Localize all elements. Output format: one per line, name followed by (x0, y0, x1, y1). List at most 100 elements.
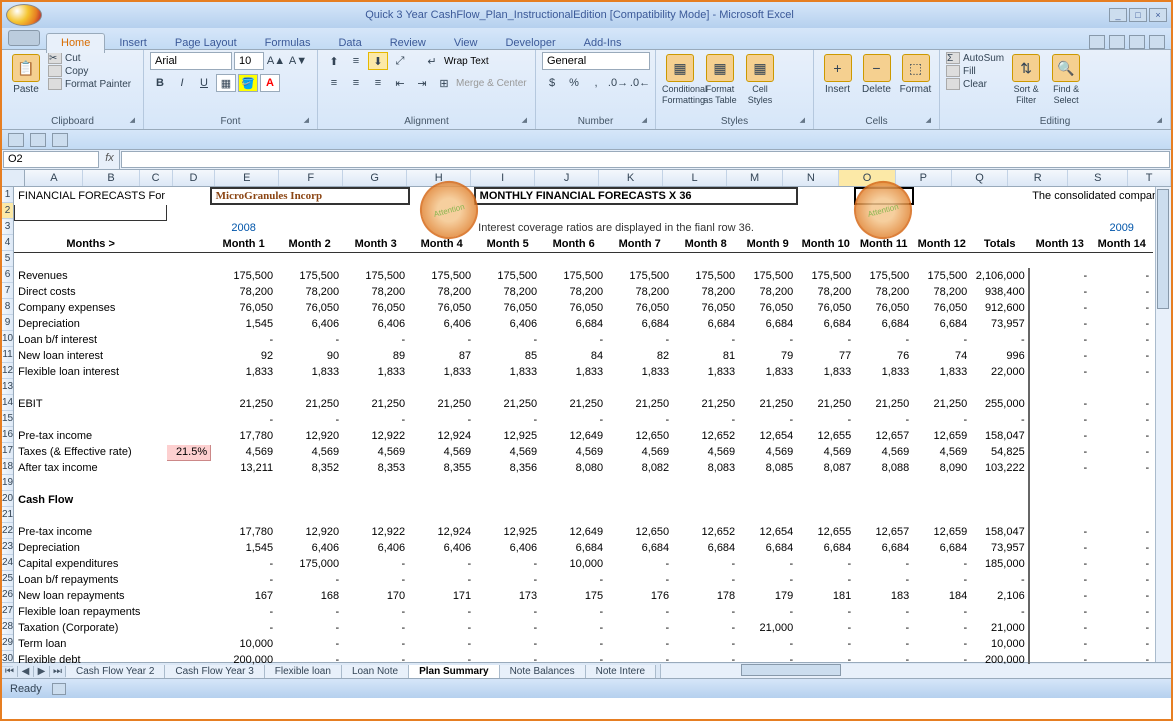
cell[interactable]: 1,545 (211, 316, 277, 332)
align-left-button[interactable]: ≡ (324, 74, 344, 92)
cell[interactable] (475, 204, 541, 220)
cell[interactable]: 79 (739, 348, 797, 364)
cell[interactable]: 6,684 (913, 540, 971, 556)
column-header[interactable]: C (140, 170, 173, 186)
row-header[interactable]: 12 (2, 363, 13, 379)
copy-button[interactable]: Copy (48, 65, 131, 77)
cell[interactable]: - (1091, 396, 1153, 412)
cell[interactable]: 78,200 (475, 284, 541, 300)
ribbon-tab-home[interactable]: Home (46, 33, 105, 53)
cell[interactable] (1029, 252, 1091, 268)
cell[interactable]: 73,957 (971, 316, 1029, 332)
cell[interactable]: 12,920 (277, 428, 343, 444)
cell[interactable] (739, 204, 797, 220)
cell[interactable]: 10,000 (541, 556, 607, 572)
cell[interactable] (913, 204, 971, 220)
undo-icon[interactable] (30, 133, 46, 147)
cell[interactable]: 2,106 (971, 588, 1029, 604)
cell[interactable]: 6,406 (343, 540, 409, 556)
cell[interactable]: 21,250 (277, 396, 343, 412)
cell[interactable]: - (1091, 444, 1153, 460)
cell[interactable] (133, 252, 167, 268)
cell[interactable]: Month 8 (673, 236, 739, 252)
column-header[interactable]: A (25, 170, 83, 186)
cell[interactable]: Month 6 (541, 236, 607, 252)
cell[interactable]: 255,000 (971, 396, 1029, 412)
cell[interactable] (409, 508, 475, 524)
cell[interactable] (913, 508, 971, 524)
cell[interactable]: 84 (541, 348, 607, 364)
italic-button[interactable]: I (172, 74, 192, 92)
cell[interactable]: - (1091, 300, 1153, 316)
cell[interactable]: Term loan (15, 636, 167, 652)
cell[interactable]: Direct costs (15, 284, 167, 300)
cell[interactable]: Month 10 (797, 236, 855, 252)
cell[interactable]: Month 9 (739, 236, 797, 252)
cell[interactable]: - (1091, 524, 1153, 540)
row-header[interactable]: 25 (2, 571, 13, 587)
find-select-button[interactable]: 🔍Find & Select (1048, 52, 1084, 106)
cell[interactable] (855, 380, 913, 396)
cell[interactable]: 1,833 (211, 364, 277, 380)
cell[interactable]: - (1029, 588, 1091, 604)
cell[interactable]: - (277, 604, 343, 620)
cell[interactable]: - (343, 412, 409, 428)
cell[interactable] (167, 524, 211, 540)
cell[interactable]: - (971, 332, 1029, 348)
insert-cells-button[interactable]: +Insert (820, 52, 855, 95)
cell[interactable]: - (277, 636, 343, 652)
cell[interactable]: 12,650 (607, 524, 673, 540)
cell[interactable]: 8,353 (343, 460, 409, 476)
cell[interactable]: 8,080 (541, 460, 607, 476)
format-cells-button[interactable]: ⬚Format (898, 52, 933, 95)
cell[interactable]: - (913, 572, 971, 588)
cell[interactable] (475, 492, 541, 508)
cell[interactable] (343, 204, 409, 220)
cell[interactable]: 12,652 (673, 524, 739, 540)
cell[interactable]: 21,250 (343, 396, 409, 412)
row-header[interactable]: 3 (2, 219, 13, 235)
cell[interactable]: - (409, 620, 475, 636)
ribbon-restore-button[interactable] (1129, 35, 1145, 49)
cell[interactable] (971, 252, 1029, 268)
cell[interactable]: 12,649 (541, 524, 607, 540)
cell[interactable]: Month 3 (343, 236, 409, 252)
cell[interactable]: - (475, 556, 541, 572)
cell[interactable]: 996 (971, 348, 1029, 364)
cell[interactable]: 4,569 (343, 444, 409, 460)
cell[interactable] (475, 476, 541, 492)
cell[interactable]: MONTHLY FINANCIAL FORECASTS X 36 (475, 188, 797, 204)
cell[interactable]: - (1029, 636, 1091, 652)
increase-decimal-button[interactable]: .0→ (608, 74, 628, 92)
cell[interactable] (1029, 380, 1091, 396)
cell[interactable] (739, 492, 797, 508)
cell[interactable] (1091, 380, 1153, 396)
cell[interactable] (855, 492, 913, 508)
cell[interactable]: 6,406 (343, 316, 409, 332)
cell[interactable] (913, 252, 971, 268)
cell[interactable]: - (739, 572, 797, 588)
cell[interactable]: 4,569 (475, 444, 541, 460)
cell[interactable] (1029, 204, 1091, 220)
cell[interactable]: MicroGranules Incorp (211, 188, 409, 204)
cell[interactable]: 78,200 (913, 284, 971, 300)
cell[interactable]: 175,500 (913, 268, 971, 284)
cell[interactable]: 173 (475, 588, 541, 604)
cell[interactable] (167, 508, 211, 524)
cell[interactable]: Month 13 (1029, 236, 1091, 252)
cell[interactable]: - (1091, 572, 1153, 588)
cell[interactable] (15, 412, 167, 428)
cell[interactable]: - (475, 620, 541, 636)
cell[interactable]: 10,000 (971, 636, 1029, 652)
cell[interactable]: 6,406 (409, 316, 475, 332)
align-center-button[interactable]: ≡ (346, 74, 366, 92)
cell[interactable] (167, 460, 211, 476)
cell[interactable] (167, 556, 211, 572)
row-header[interactable]: 19 (2, 475, 13, 491)
cell[interactable] (607, 204, 673, 220)
cell[interactable]: - (913, 636, 971, 652)
cell[interactable]: 6,684 (797, 316, 855, 332)
cell[interactable] (1091, 492, 1153, 508)
save-icon[interactable] (8, 133, 24, 147)
align-bottom-button[interactable]: ⬇ (368, 52, 388, 70)
